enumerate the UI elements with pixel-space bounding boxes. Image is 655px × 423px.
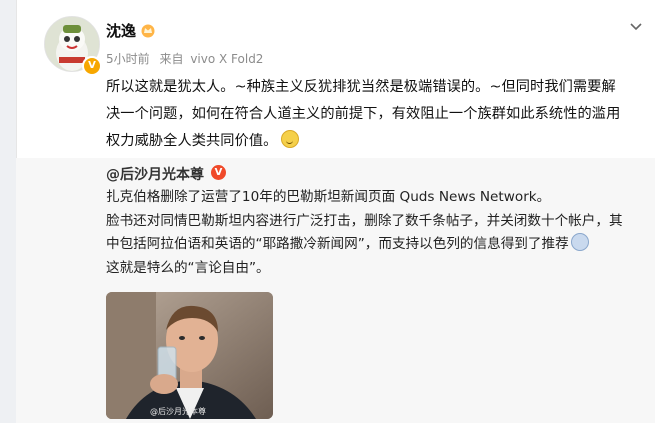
repost-body: 扎克伯格删除了运营了10年的巴勒斯坦新闻页面 Quds News Network… (106, 186, 651, 280)
page-left-gutter (0, 0, 16, 423)
post-text-line: 权力威胁全人类共同价值。 (106, 133, 278, 149)
post-source-prefix: 来自 (159, 52, 184, 66)
post-source: vivo X Fold2 (190, 52, 264, 66)
post-body: 所以这就是犹太人。~种族主义反犹排犹当然是极端错误的。~但同时我们需要解 决一个… (106, 74, 646, 155)
repost-text-line: 扎克伯格删除了运营了10年的巴勒斯坦新闻页面 Quds News Network… (106, 189, 551, 205)
repost-username[interactable]: @后沙月光本尊 (106, 164, 204, 184)
chevron-down-icon[interactable] (628, 18, 644, 34)
verified-badge-icon: V (82, 56, 102, 76)
scream-emoji-icon (570, 233, 589, 251)
post-timestamp[interactable]: 5小时前 (106, 52, 150, 66)
repost-image[interactable] (106, 292, 273, 419)
crown-icon (141, 24, 155, 38)
verified-badge-icon: V (211, 165, 226, 180)
smile-emoji-icon (281, 130, 300, 148)
repost-text-line: 这就是特么的“言论自由”。 (106, 259, 270, 276)
repost-text-line: 中包括阿拉伯语和英语的“耶路撒冷新闻网”，而支持以色列的信息得到了推荐 (106, 236, 569, 252)
username[interactable]: 沈逸 (106, 20, 136, 41)
post-text-line: 所以这就是犹太人。~种族主义反犹排犹当然是极端错误的。~但同时我们需要解 (106, 79, 616, 95)
image-watermark: @后沙月光本尊 (150, 407, 206, 416)
post-meta: 5小时前 来自 vivo X Fold2 (106, 50, 269, 67)
repost-text-line: 脸书还对同情巴勒斯坦内容进行广泛打击，删除了数千条帖子，并关闭数十个帐户，其 (106, 212, 623, 229)
post-text-line: 决一个问题，如何在符合人道主义的前提下，有效阻止一个族群如此系统性的滥用 (106, 106, 621, 122)
